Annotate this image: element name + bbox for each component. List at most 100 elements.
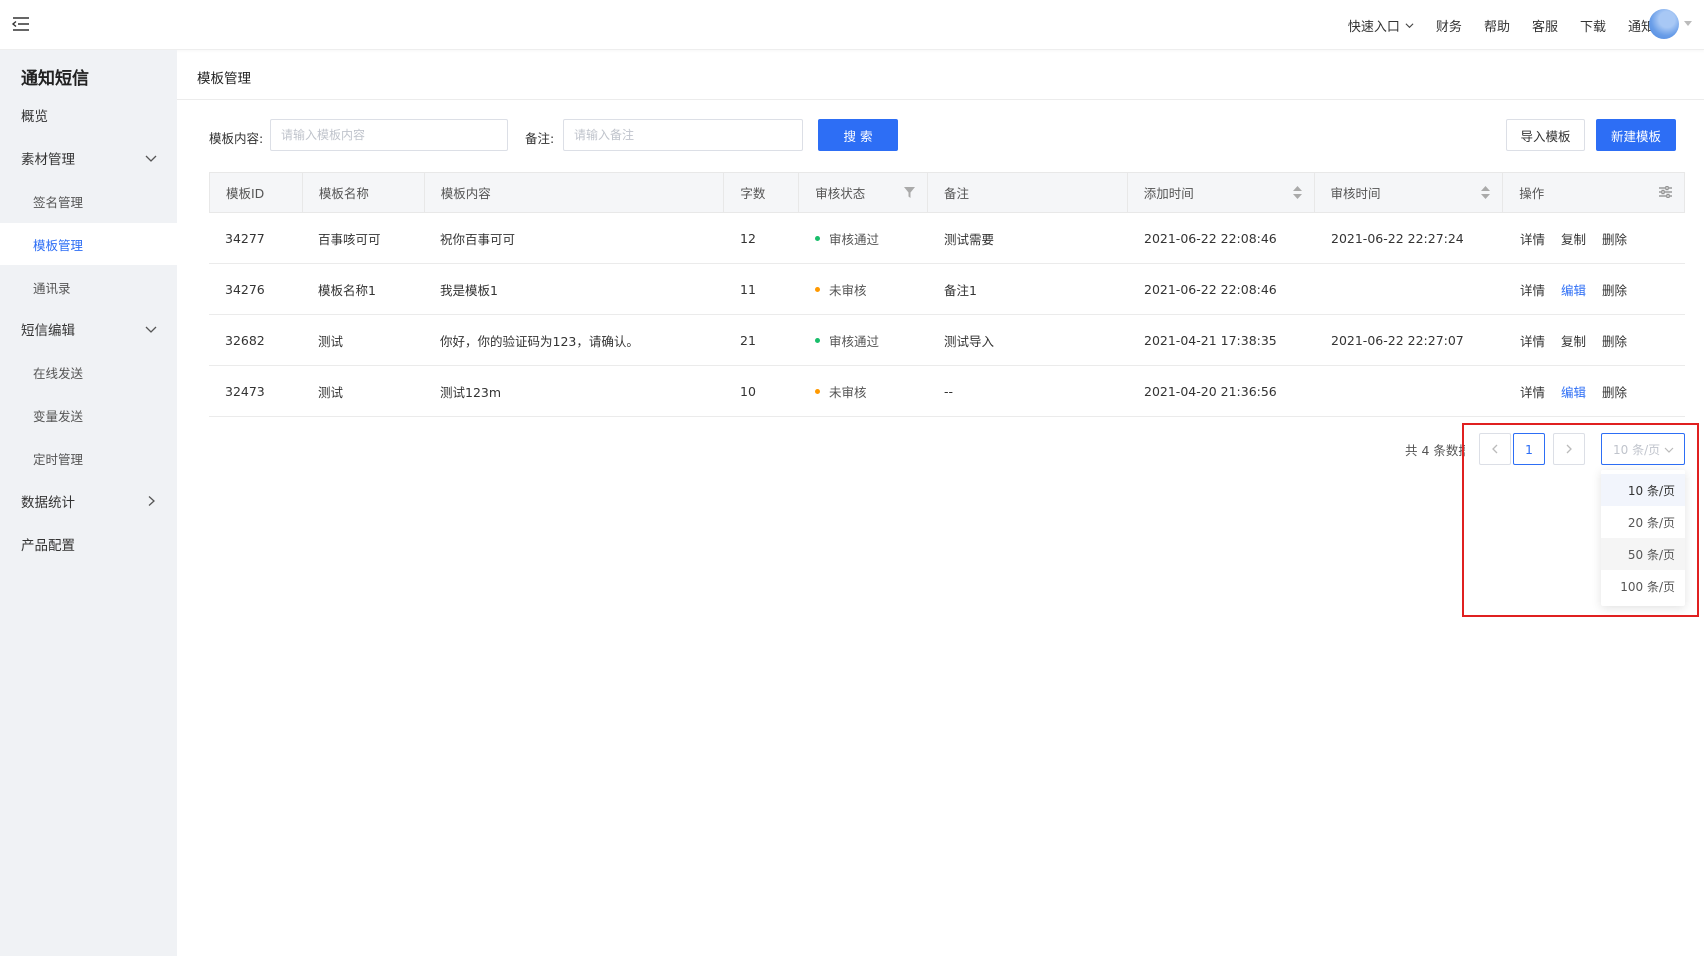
top-nav-item[interactable]: 财务	[1436, 16, 1462, 35]
content-search-input[interactable]	[270, 119, 508, 151]
cell-actions: 详情 复制 删除	[1504, 213, 1685, 263]
import-template-button[interactable]: 导入模板	[1506, 119, 1585, 151]
action-link[interactable]: 删除	[1602, 331, 1627, 350]
table-header: 模板ID 模板名称 模板内容 字数 审核状态 备注 添加时间 审核时间 操作	[209, 172, 1685, 213]
cell-template-name: 模板名称1	[318, 282, 376, 298]
table-body: 34277 百事咳可可 祝你百事可可 12 审核通过 测试需要 2021-06-22 22:…	[209, 213, 1685, 417]
avatar[interactable]	[1649, 9, 1679, 39]
sort-icon[interactable]	[1481, 186, 1491, 199]
header-review-status: 审核状态	[799, 173, 929, 212]
sidebar-item[interactable]: 定时管理	[0, 437, 177, 479]
cell-template-name: 测试	[318, 333, 344, 349]
cell-added-time: 2021-04-20 21:36:56	[1144, 383, 1277, 399]
sidebar-item-label: 概览	[21, 109, 48, 125]
cell-review-status: 审核通过	[799, 213, 928, 263]
header-actions-label: 操作	[1519, 186, 1545, 201]
new-template-button[interactable]: 新建模板	[1596, 119, 1676, 151]
user-menu[interactable]	[1649, 9, 1692, 39]
action-link[interactable]: 详情	[1520, 229, 1545, 248]
action-link[interactable]: 详情	[1520, 331, 1545, 350]
top-nav-label: 下载	[1579, 19, 1606, 35]
sidebar-item-label: 变量发送	[33, 408, 84, 424]
header-added-time-label: 添加时间	[1143, 186, 1194, 201]
sidebar-item[interactable]: 短信编辑	[0, 308, 177, 350]
table-row: 34276 模板名称1 我是模板1 11 未审核 备注1 2021-06-22 22:08:…	[209, 264, 1685, 315]
action-link[interactable]: 删除	[1602, 229, 1627, 248]
page-size-option[interactable]: 50 条/页	[1601, 538, 1685, 570]
action-link[interactable]: 删除	[1602, 280, 1627, 299]
action-link[interactable]: 编辑	[1561, 280, 1586, 299]
top-nav-item[interactable]: 客服	[1532, 16, 1558, 35]
page-size-option[interactable]: 100 条/页	[1601, 570, 1685, 602]
sidebar-item[interactable]: 签名管理	[0, 180, 177, 222]
cell-template-id: 34277	[225, 230, 265, 246]
cell-template-content: 我是模板1	[440, 282, 498, 298]
sidebar-item[interactable]: 模板管理	[0, 223, 177, 265]
cell-char-count: 11	[740, 281, 756, 297]
action-link[interactable]: 复制	[1561, 331, 1586, 350]
sidebar-item[interactable]: 通讯录	[0, 266, 177, 308]
header-template-name: 模板名称	[303, 173, 425, 212]
chevron-right-icon	[1566, 444, 1572, 454]
prev-page-button[interactable]	[1479, 433, 1511, 465]
action-link[interactable]: 编辑	[1561, 382, 1586, 401]
page-size-option[interactable]: 10 条/页	[1601, 474, 1685, 506]
sidebar-item[interactable]: 产品配置	[0, 523, 177, 565]
action-link[interactable]: 详情	[1520, 280, 1545, 299]
page-size-option[interactable]: 20 条/页	[1601, 506, 1685, 538]
remark-filter-label: 备注:	[525, 131, 555, 146]
top-nav-label: 帮助	[1483, 19, 1510, 35]
next-page-button[interactable]	[1553, 433, 1585, 465]
sidebar-item[interactable]: 变量发送	[0, 394, 177, 436]
top-nav-item[interactable]: 快速入口	[1348, 16, 1414, 35]
status-text: 未审核	[829, 282, 867, 298]
sidebar: 通知短信 概览 素材管理 签名管理 模板管理 通讯录 短信编辑 在线发送 变量发送 定时管理 数据…	[0, 50, 177, 956]
column-settings-icon[interactable]	[1659, 186, 1672, 198]
cell-actions: 详情 编辑 删除	[1504, 366, 1685, 416]
header-added-time: 添加时间	[1128, 173, 1315, 212]
sidebar-item[interactable]: 概览	[0, 94, 177, 136]
page-title: 模板管理	[197, 71, 251, 87]
cell-template-content: 祝你百事可可	[440, 231, 516, 247]
sidebar-item-label: 通讯录	[33, 280, 71, 296]
menu-toggle-icon[interactable]	[11, 15, 31, 33]
cell-added-time: 2021-04-21 17:38:35	[1144, 332, 1277, 348]
table-row: 32473 测试 测试123m 10 未审核 -- 2021-04-20 21:36:56 详…	[209, 366, 1685, 417]
status-text: 审核通过	[829, 333, 880, 349]
sort-icon[interactable]	[1292, 186, 1302, 199]
cell-char-count: 21	[740, 332, 756, 348]
top-nav-item[interactable]: 帮助	[1484, 16, 1510, 35]
cell-remark: 备注1	[944, 282, 977, 298]
search-button[interactable]: 搜 索	[818, 119, 898, 151]
top-nav-label: 客服	[1531, 19, 1558, 35]
sidebar-item[interactable]: 素材管理	[0, 137, 177, 179]
sidebar-item[interactable]: 数据统计	[0, 480, 177, 522]
page-1-button[interactable]: 1	[1513, 433, 1545, 465]
cell-char-count: 12	[740, 230, 756, 246]
filter-icon[interactable]	[904, 187, 916, 198]
sidebar-item-label: 产品配置	[21, 538, 75, 554]
page-size-dropdown: 10 条/页 20 条/页 50 条/页 100 条/页	[1601, 470, 1685, 606]
sidebar-item-label: 模板管理	[33, 237, 84, 253]
header-review-time-label: 审核时间	[1330, 186, 1381, 201]
cell-remark: --	[944, 383, 954, 399]
cell-actions: 详情 编辑 删除	[1504, 264, 1685, 314]
caret-down-icon	[1684, 21, 1692, 26]
action-link[interactable]: 删除	[1602, 382, 1627, 401]
action-link[interactable]: 复制	[1561, 229, 1586, 248]
status-dot	[815, 235, 820, 241]
page-size-select[interactable]: 10 条/页	[1601, 433, 1685, 465]
header-char-count: 字数	[724, 173, 800, 212]
sidebar-item[interactable]: 在线发送	[0, 351, 177, 393]
remark-search-input[interactable]	[563, 119, 803, 151]
action-link[interactable]: 详情	[1520, 382, 1545, 401]
cell-review-time	[1315, 366, 1504, 416]
status-dot	[815, 388, 820, 394]
top-nav-item[interactable]: 下载	[1580, 16, 1606, 35]
status-dot	[815, 286, 820, 292]
top-bar: 快速入口 财务 帮助 客服 下载 通知	[0, 0, 1704, 50]
cell-review-status: 审核通过	[799, 315, 928, 365]
sidebar-item-label: 素材管理	[21, 152, 75, 168]
status-dot	[815, 337, 820, 343]
cell-added-time: 2021-06-22 22:08:46	[1144, 281, 1277, 297]
